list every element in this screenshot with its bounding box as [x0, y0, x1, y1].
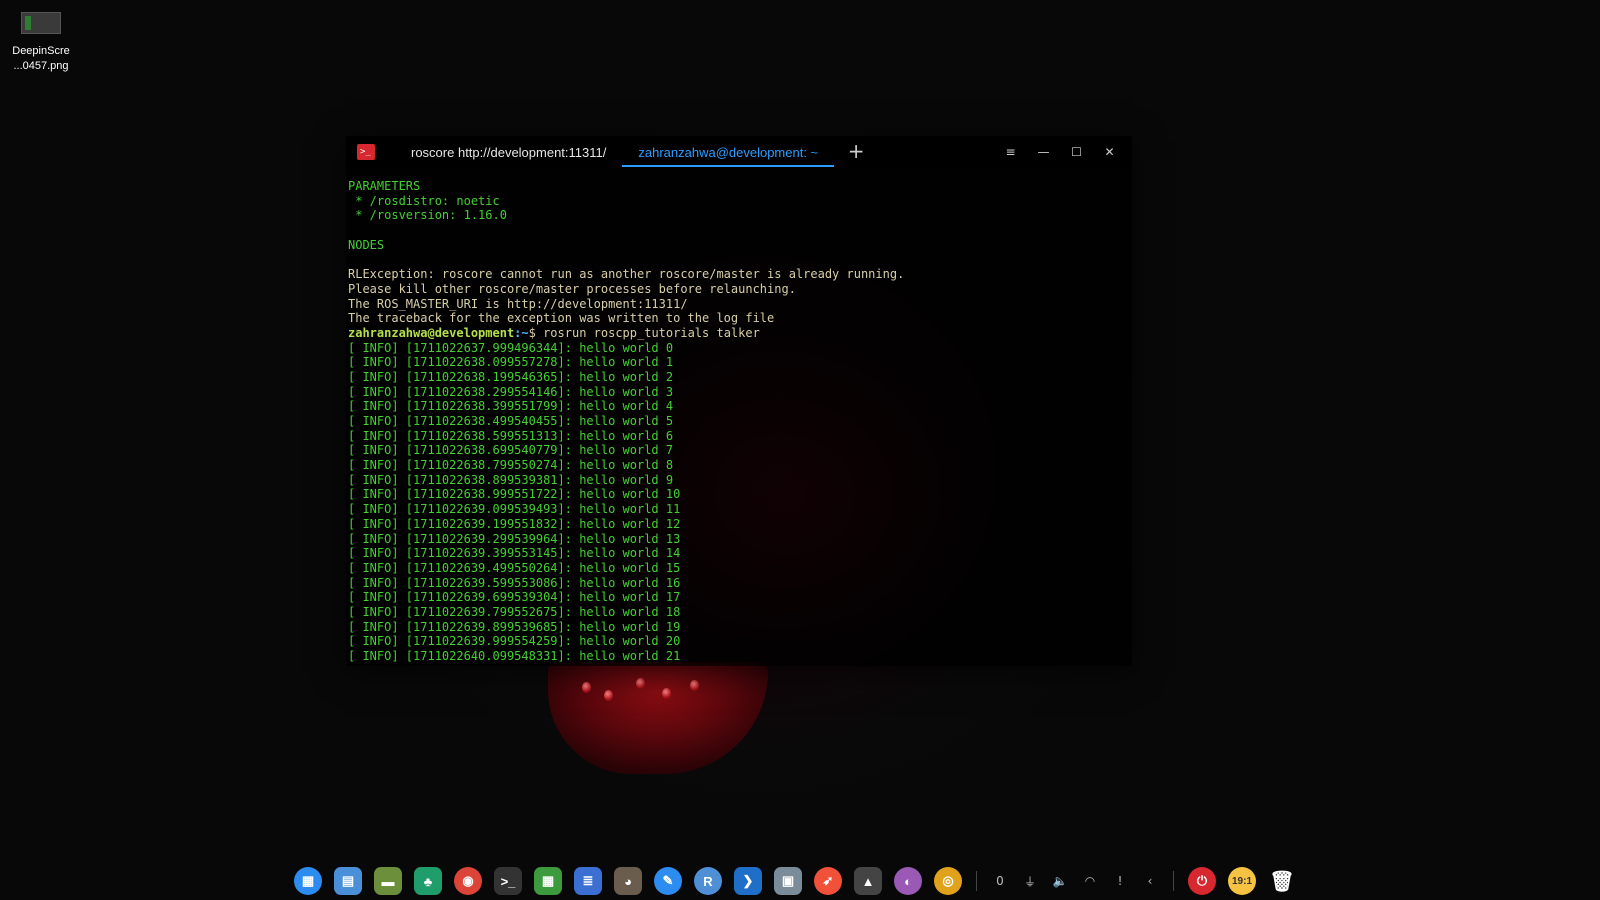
dock: ▦ ▤ ▬ ♣ ◉ >_ ▦ ≣ ◕ ✎ R ❯ ▣ ➶ ▲ ◐ ◎ 0 ⏚ 🔈 ◠! ‹ ⏻ 19:1 🗑 — [288, 862, 1296, 900]
file-manager-icon[interactable]: ▬ — [374, 867, 402, 895]
maximize-button[interactable]: ☐ — [1060, 136, 1093, 168]
prompt-path: :~ — [514, 325, 529, 340]
terminal-line: [ INFO] [1711022638.699540779]: hello wo… — [348, 443, 674, 458]
spreadsheet-icon[interactable]: ▦ — [534, 867, 562, 895]
terminal-line: * /rosdistro: noetic — [348, 193, 500, 208]
terminal-output[interactable]: PARAMETERS * /rosdistro: noetic * /rosve… — [348, 179, 1130, 665]
terminal-line: [ INFO] [1711022638.799550274]: hello wo… — [348, 458, 674, 473]
inkscape-icon[interactable]: ▲ — [854, 867, 882, 895]
terminal-line: * /rosversion: 1.16.0 — [348, 208, 507, 223]
power-icon[interactable]: ⏻ — [1188, 867, 1216, 895]
terminal-line: [ INFO] [1711022638.999551722]: hello wo… — [348, 487, 681, 502]
prompt-command: $ rosrun roscpp_tutorials talker — [528, 325, 760, 340]
dock-separator — [1173, 871, 1174, 891]
terminal-window: >_ roscore http://development:11311/ zah… — [346, 136, 1132, 666]
gimp-icon[interactable]: ◕ — [614, 867, 642, 895]
terminal-icon[interactable]: >_ — [494, 867, 522, 895]
document-icon[interactable]: ≣ — [574, 867, 602, 895]
wallpaper-drop — [604, 690, 613, 701]
wallpaper-drop — [582, 682, 591, 693]
desktop-file-icon[interactable]: DeepinScre ...0457.png — [8, 12, 74, 74]
notification-count-icon[interactable]: 0 — [989, 870, 1011, 892]
close-button[interactable]: ✕ — [1093, 136, 1126, 168]
wallpaper-drop — [690, 680, 699, 691]
volume-icon[interactable]: 🔈 — [1049, 870, 1071, 892]
terminal-line: [ INFO] [1711022638.599551313]: hello wo… — [348, 428, 674, 443]
terminal-titlebar[interactable]: >_ roscore http://development:11311/ zah… — [346, 136, 1132, 168]
launcher-icon[interactable]: ▦ — [294, 867, 322, 895]
terminal-line: The ROS_MASTER_URI is http://development… — [348, 296, 688, 311]
terminal-line: [ INFO] [1711022639.999554259]: hello wo… — [348, 634, 681, 649]
app-store-icon[interactable]: ♣ — [414, 867, 442, 895]
desktop-file-label-line2: ...0457.png — [13, 60, 69, 72]
terminal-line: [ INFO] [1711022638.099557278]: hello wo… — [348, 355, 674, 370]
trash-icon[interactable]: 🗑 — [1268, 867, 1296, 895]
wallpaper-petal — [548, 662, 768, 774]
draw-icon[interactable]: ✎ — [654, 867, 682, 895]
terminal-line: zahranzahwa@development:~$ rosrun roscpp… — [348, 326, 1130, 341]
tab-development-label: zahranzahwa@development: ~ — [638, 144, 819, 160]
terminal-line: NODES — [348, 237, 385, 252]
terminal-line: [ INFO] [1711022639.199551832]: hello wo… — [348, 516, 681, 531]
wallpaper-drop — [636, 678, 645, 689]
terminal-line: [ INFO] [1711022637.999496344]: hello wo… — [348, 340, 674, 355]
multitasking-icon[interactable]: ▤ — [334, 867, 362, 895]
dock-separator — [976, 871, 977, 891]
add-tab-button[interactable]: + — [836, 136, 876, 168]
archive-manager-icon[interactable]: ▣ — [774, 867, 802, 895]
terminal-line: [ INFO] [1711022639.599553086]: hello wo… — [348, 575, 681, 590]
r-studio-icon[interactable]: R — [694, 867, 722, 895]
blender-icon[interactable]: ◎ — [934, 867, 962, 895]
menu-button[interactable]: ≡ — [994, 136, 1027, 168]
swift-icon[interactable]: ➶ — [814, 867, 842, 895]
color-picker-icon[interactable]: ◐ — [894, 867, 922, 895]
terminal-line: PARAMETERS — [348, 179, 421, 193]
terminal-line: [ INFO] [1711022639.499550264]: hello wo… — [348, 560, 681, 575]
wifi-icon[interactable]: ◠ — [1079, 870, 1101, 892]
terminal-line: [ INFO] [1711022640.099548331]: hello wo… — [348, 649, 681, 663]
terminal-line: [ INFO] [1711022638.899539381]: hello wo… — [348, 472, 674, 487]
terminal-line: [ INFO] [1711022638.199546365]: hello wo… — [348, 369, 674, 384]
terminal-line: Please kill other roscore/master process… — [348, 281, 796, 296]
terminal-line: [ INFO] [1711022638.399551799]: hello wo… — [348, 399, 674, 414]
wallpaper-drop — [662, 688, 671, 699]
terminal-line: [ INFO] [1711022639.799552675]: hello wo… — [348, 604, 681, 619]
tab-development[interactable]: zahranzahwa@development: ~ — [622, 136, 834, 168]
desktop-file-label-line1: DeepinScre — [12, 45, 70, 57]
tab-roscore-label: roscore http://development:11311/ — [411, 144, 607, 160]
prompt-user: zahranzahwa@development — [348, 325, 515, 340]
terminal-line: [ INFO] [1711022639.099539493]: hello wo… — [348, 502, 681, 517]
clock-icon[interactable]: 19:1 — [1228, 867, 1256, 895]
minimize-button[interactable]: — — [1027, 136, 1060, 168]
usb-icon[interactable]: ⏚ — [1019, 870, 1041, 892]
terminal-line: [ INFO] [1711022639.699539304]: hello wo… — [348, 590, 681, 605]
terminal-line: The traceback for the exception was writ… — [348, 311, 775, 326]
terminal-app-icon: >_ — [357, 144, 375, 160]
chrome-icon[interactable]: ◉ — [454, 867, 482, 895]
terminal-line: [ INFO] [1711022639.899539685]: hello wo… — [348, 619, 681, 634]
terminal-line: [ INFO] [1711022638.299554146]: hello wo… — [348, 384, 674, 399]
chevron-left-icon[interactable]: ‹ — [1139, 870, 1161, 892]
window-controls: ≡ — ☐ ✕ — [994, 136, 1126, 168]
terminal-line: [ INFO] [1711022639.399553145]: hello wo… — [348, 546, 681, 561]
image-thumbnail-icon — [21, 12, 61, 34]
vscode-icon[interactable]: ❯ — [734, 867, 762, 895]
terminal-line: [ INFO] [1711022638.499540455]: hello wo… — [348, 414, 674, 428]
terminal-line: RLException: roscore cannot run as anoth… — [348, 267, 905, 282]
tab-roscore[interactable]: roscore http://development:11311/ — [395, 136, 622, 168]
terminal-line: [ INFO] [1711022639.299539964]: hello wo… — [348, 531, 681, 546]
alert-icon[interactable]: ! — [1109, 870, 1131, 892]
